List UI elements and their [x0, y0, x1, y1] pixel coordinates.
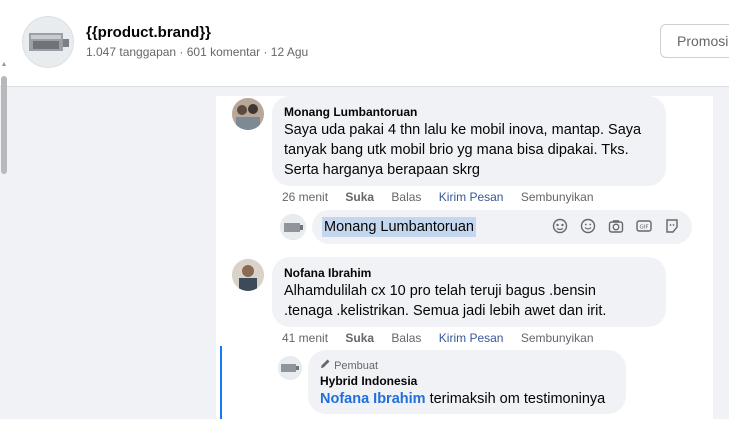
reply-input[interactable]: Monang Lumbantoruan — [322, 217, 476, 237]
comment-line: .tenaga .kelistrikan. Semua jadi lebih a… — [284, 303, 607, 319]
emoji-icon[interactable] — [580, 218, 596, 234]
comment-actions: 26 menit Suka Balas Kirim Pesan Sembunyi… — [282, 190, 608, 204]
comment-actions: 41 menit Suka Balas Kirim Pesan Sembunyi… — [282, 331, 608, 345]
hide-button[interactable]: Sembunyikan — [521, 190, 594, 204]
sticker-icon[interactable] — [552, 218, 568, 234]
comment-time[interactable]: 26 menit — [282, 190, 328, 204]
comment-bubble: Nofana Ibrahim Alhamdulilah cx 10 pro te… — [272, 257, 666, 327]
reply-button[interactable]: Balas — [391, 331, 421, 345]
comment-author[interactable]: Monang Lumbantoruan — [284, 104, 654, 120]
reply-button[interactable]: Balas — [391, 190, 421, 204]
comment-time[interactable]: 41 menit — [282, 331, 328, 345]
promote-button[interactable]: Promosi — [660, 24, 729, 58]
page-reply-bubble: Pembuat Hybrid Indonesia Nofana Ibrahim … — [308, 350, 626, 414]
page-reply-avatar[interactable] — [278, 356, 302, 380]
post-header: {{product.brand}} 1.047 tanggapan · 601 … — [0, 0, 729, 87]
comment-line: Serta harganya berapaan skrg — [284, 162, 480, 178]
creator-badge: Pembuat — [320, 358, 614, 373]
svg-text:GIF: GIF — [639, 225, 648, 231]
scroll-up-arrow-icon[interactable]: ▲ — [0, 60, 8, 70]
page-reply-message: terimaksih om testimoninya — [429, 391, 606, 407]
hide-button[interactable]: Sembunyikan — [521, 331, 594, 345]
page-reply-author[interactable]: Hybrid Indonesia — [320, 373, 614, 389]
scrollbar-thumb[interactable] — [1, 76, 7, 174]
composer-avatar — [280, 214, 306, 240]
like-button[interactable]: Suka — [345, 190, 374, 204]
mention-link[interactable]: Nofana Ibrahim — [320, 391, 426, 407]
creator-badge-label: Pembuat — [334, 360, 379, 372]
pencil-icon — [321, 359, 330, 368]
comment-bubble: Monang Lumbantoruan Saya uda pakai 4 thn… — [272, 96, 666, 186]
send-message-button[interactable]: Kirim Pesan — [439, 331, 504, 345]
thread-line — [220, 346, 222, 425]
post-meta: 1.047 tanggapan · 601 komentar · 12 Agu — [86, 45, 309, 59]
page-avatar[interactable] — [22, 16, 74, 68]
comments-panel: Monang Lumbantoruan Saya uda pakai 4 thn… — [216, 96, 713, 425]
bottom-strip — [0, 419, 729, 425]
gif-icon[interactable]: GIF — [636, 218, 652, 234]
avatar-sticker-icon[interactable] — [664, 218, 680, 234]
camera-icon[interactable] — [608, 218, 624, 234]
comment-author[interactable]: Nofana Ibrahim — [284, 265, 654, 281]
send-message-button[interactable]: Kirim Pesan — [439, 190, 504, 204]
page-name[interactable]: {{product.brand}} — [86, 24, 211, 41]
comment-line: Saya uda pakai 4 thn lalu ke mobil inova… — [284, 122, 642, 138]
comment-line: tanyak bang utk mobil brio yg mana bisa … — [284, 142, 629, 158]
page-reply-text: Nofana Ibrahim terimaksih om testimoniny… — [320, 389, 614, 409]
like-button[interactable]: Suka — [345, 331, 374, 345]
reply-composer[interactable]: Monang Lumbantoruan GIF — [312, 210, 692, 244]
comment-line: Alhamdulilah cx 10 pro telah teruji bagu… — [284, 283, 596, 299]
commenter-avatar[interactable] — [232, 98, 264, 130]
commenter-avatar[interactable] — [232, 259, 264, 291]
